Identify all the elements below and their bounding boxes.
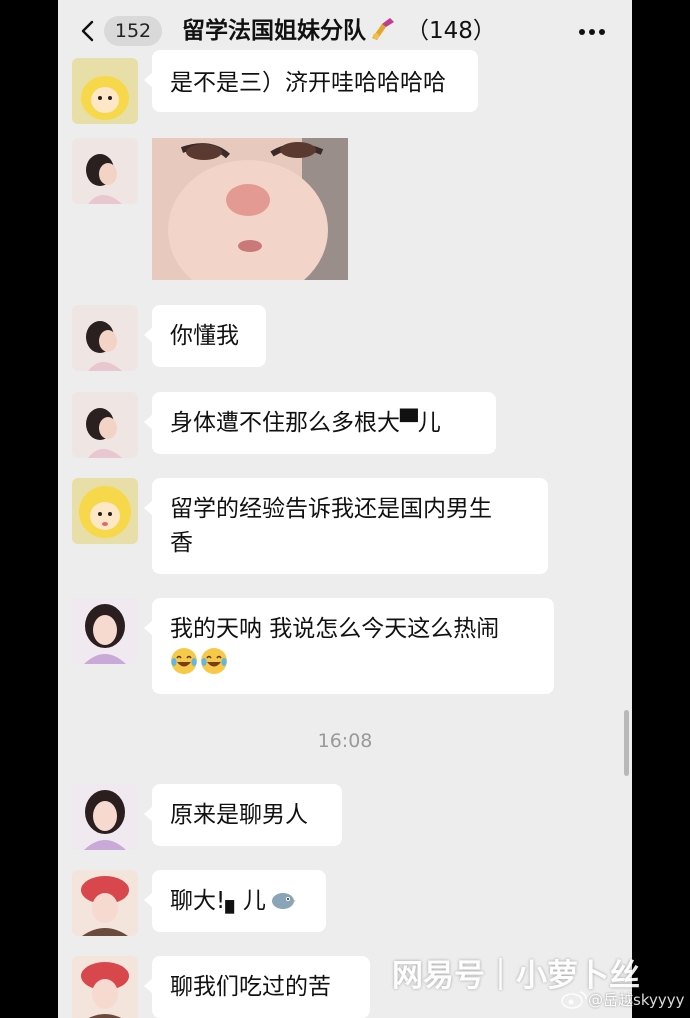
member-count: （148） [406, 18, 496, 44]
message-text: 我的天呐 我说怎么今天这么热闹 [170, 616, 500, 642]
laughing-tears-emoji-icon [201, 648, 227, 674]
girl-avatar-a[interactable] [72, 138, 138, 204]
watermark: 网易号｜小萝卜丝 @岳越skyyyy [392, 955, 688, 1015]
red-hat-girl-avatar[interactable] [72, 870, 138, 936]
message-bubble[interactable]: 聊我们吃过的苦 [144, 956, 370, 1018]
girl-avatar-a[interactable] [72, 305, 138, 371]
message-bubble[interactable]: 原来是聊男人 [144, 784, 342, 846]
nail-polish-emoji-icon [372, 18, 394, 40]
back-chevron-icon[interactable] [80, 20, 94, 42]
sticker-image[interactable] [152, 138, 348, 280]
emoji-row [170, 646, 536, 680]
message-bubble[interactable]: 你懂我 [144, 305, 266, 367]
message-text: 你懂我 [170, 323, 239, 349]
group-name: 留学法国姐妹分队 [182, 18, 366, 44]
weibo-logo-icon [561, 991, 587, 1009]
message-text: 聊我们吃过的苦 [170, 974, 331, 1000]
message-text: 聊大!▖儿 [170, 888, 266, 914]
watermark-handle-text: @岳越skyyyy [588, 991, 685, 1009]
more-options-icon[interactable] [578, 28, 606, 36]
message-text: 身体遭不住那么多根大▀儿 [170, 410, 441, 436]
chat-screen: 152 留学法国姐妹分队 （148） 是不是三）济开哇哈哈哈哈 你懂我 身体遭不… [58, 0, 632, 1018]
message-bubble[interactable]: 留学的经验告诉我还是国内男生 香 [144, 478, 548, 574]
scrollbar[interactable] [624, 710, 629, 776]
message-text-line-2: 香 [170, 530, 193, 556]
girl-avatar-b[interactable] [72, 598, 138, 664]
message-text-line-1: 留学的经验告诉我还是国内男生 [170, 496, 492, 522]
girl-avatar-a[interactable] [72, 392, 138, 458]
message-bubble[interactable]: 聊大!▖儿 [144, 870, 326, 932]
girl-avatar-b[interactable] [72, 784, 138, 850]
chat-title: 留学法国姐妹分队 （148） [182, 14, 496, 48]
watermark-handle: @岳越skyyyy [560, 989, 684, 1010]
yellow-cartoon-avatar[interactable] [72, 478, 138, 544]
message-bubble[interactable]: 身体遭不住那么多根大▀儿 [144, 392, 496, 454]
message-bubble[interactable]: 是不是三）济开哇哈哈哈哈 [144, 50, 478, 112]
message-text: 原来是聊男人 [170, 802, 308, 828]
message-text: 是不是三）济开哇哈哈哈哈 [170, 70, 446, 96]
laughing-tears-emoji-icon [171, 648, 197, 674]
yellow-cartoon-avatar[interactable] [72, 58, 138, 124]
message-timestamp: 16:08 [317, 730, 373, 752]
message-bubble[interactable]: 我的天呐 我说怎么今天这么热闹 [144, 598, 554, 694]
unread-count-badge[interactable]: 152 [104, 16, 162, 46]
bird-emoji-icon [271, 893, 296, 909]
red-hat-girl-avatar[interactable] [72, 956, 138, 1018]
